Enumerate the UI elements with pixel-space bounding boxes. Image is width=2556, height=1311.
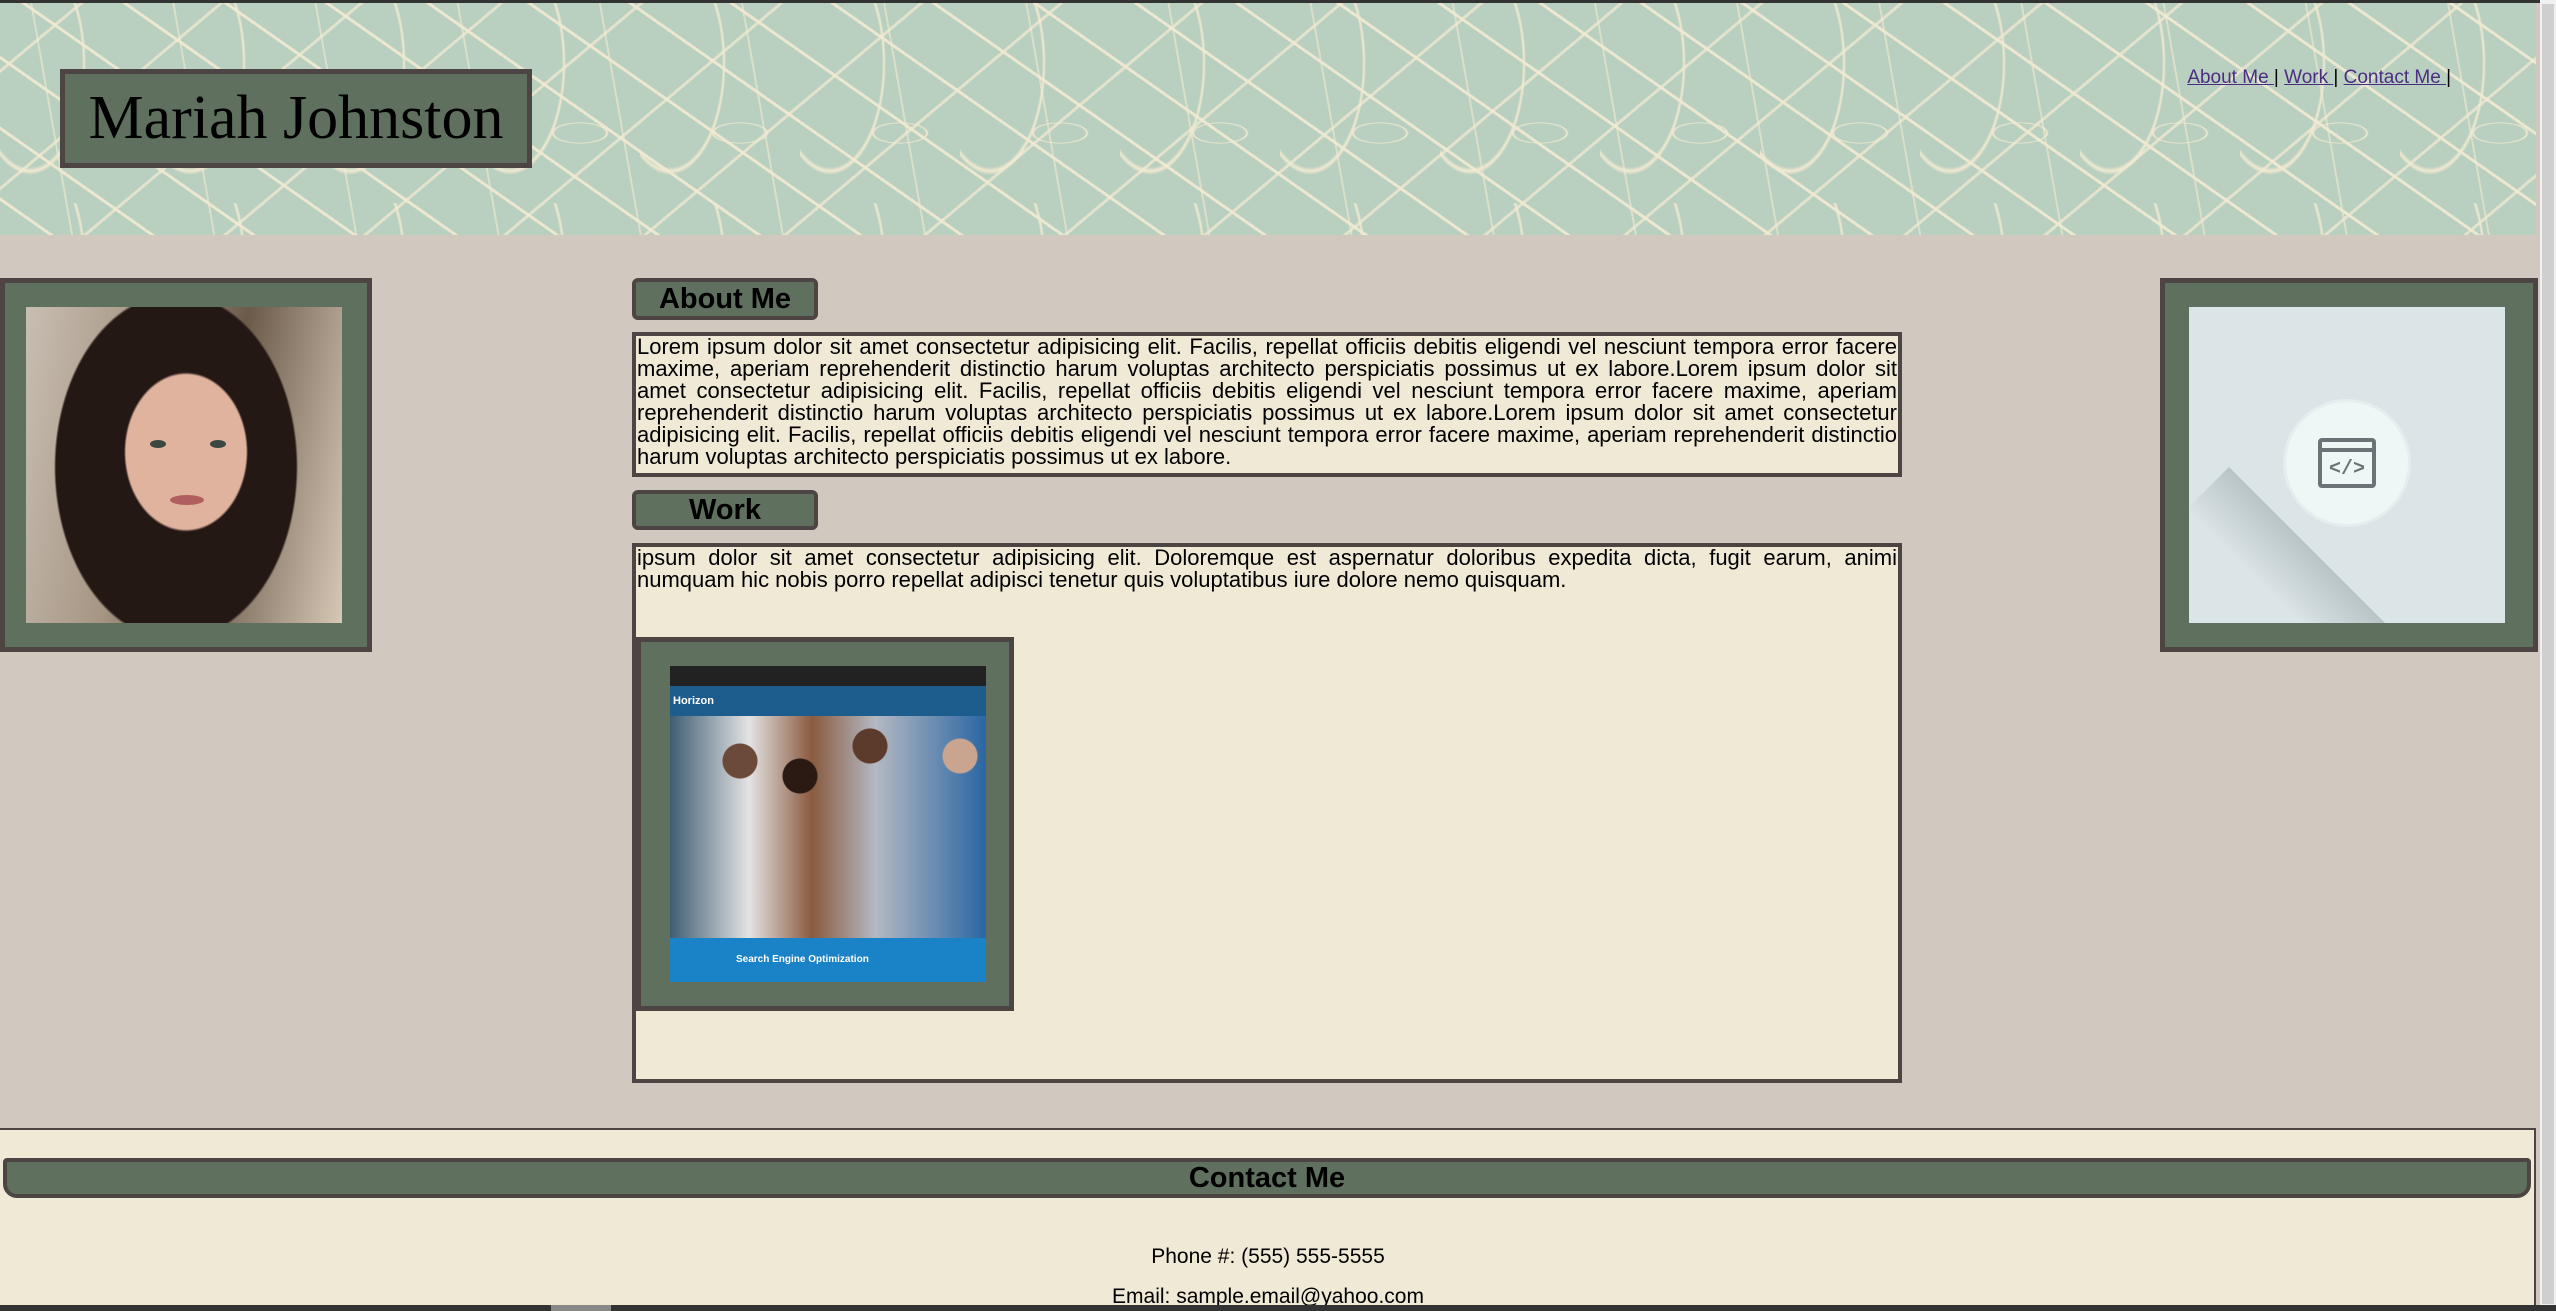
nav-separator: |	[2333, 67, 2339, 88]
nav-link-about-me[interactable]: About Me	[2187, 67, 2274, 88]
nav-link-contact-me[interactable]: Contact Me	[2344, 67, 2446, 88]
project-banner: Search Engine Optimization	[670, 938, 986, 982]
about-me-heading: About Me	[632, 278, 818, 320]
work-heading: Work	[632, 490, 818, 530]
header-hero-banner: Mariah Johnston About Me | Work | Contac…	[0, 3, 2536, 235]
scrollbar-thumb[interactable]	[2542, 4, 2554, 1304]
window-bottom-edge	[0, 1305, 2556, 1311]
profile-photo	[26, 307, 342, 623]
site-title: Mariah Johnston	[88, 84, 504, 152]
contact-phone: Phone #: (555) 555-5555	[1151, 1245, 1385, 1268]
profile-photo-frame	[0, 278, 372, 652]
contact-heading: Contact Me	[3, 1158, 2531, 1198]
main-nav: About Me | Work | Contact Me |	[2187, 67, 2451, 89]
site-title-box: Mariah Johnston	[60, 69, 532, 168]
about-me-text: Lorem ipsum dolor sit amet consectetur a…	[637, 334, 1897, 469]
code-icon: </>	[2286, 402, 2408, 524]
nav-separator: |	[2273, 67, 2279, 88]
code-icon-frame: </>	[2160, 278, 2538, 652]
code-icon-tile: </>	[2189, 307, 2505, 623]
contact-heading-text: Contact Me	[1188, 1161, 1346, 1194]
about-me-panel: Lorem ipsum dolor sit amet consectetur a…	[632, 332, 1902, 477]
nav-separator: |	[2446, 67, 2451, 88]
project-thumbnail-frame[interactable]: Horizon Search Engine Optimization	[636, 637, 1014, 1011]
work-heading-text: Work	[689, 493, 761, 526]
nav-link-work[interactable]: Work	[2284, 67, 2333, 88]
about-me-heading-text: About Me	[658, 282, 792, 315]
project-thumbnail[interactable]: Horizon Search Engine Optimization	[670, 666, 986, 982]
code-symbol: </>	[2328, 458, 2365, 481]
work-panel: ipsum dolor sit amet consectetur adipisi…	[632, 543, 1902, 1083]
contact-section: Contact Me Phone #: (555) 555-5555 Email…	[0, 1128, 2536, 1311]
page-scrollbar[interactable]	[2540, 0, 2556, 1311]
work-text: ipsum dolor sit amet consectetur adipisi…	[637, 545, 1897, 592]
project-team-photo	[670, 716, 986, 938]
project-brand: Horizon	[670, 686, 986, 716]
browser-window-icon: </>	[2318, 438, 2376, 488]
